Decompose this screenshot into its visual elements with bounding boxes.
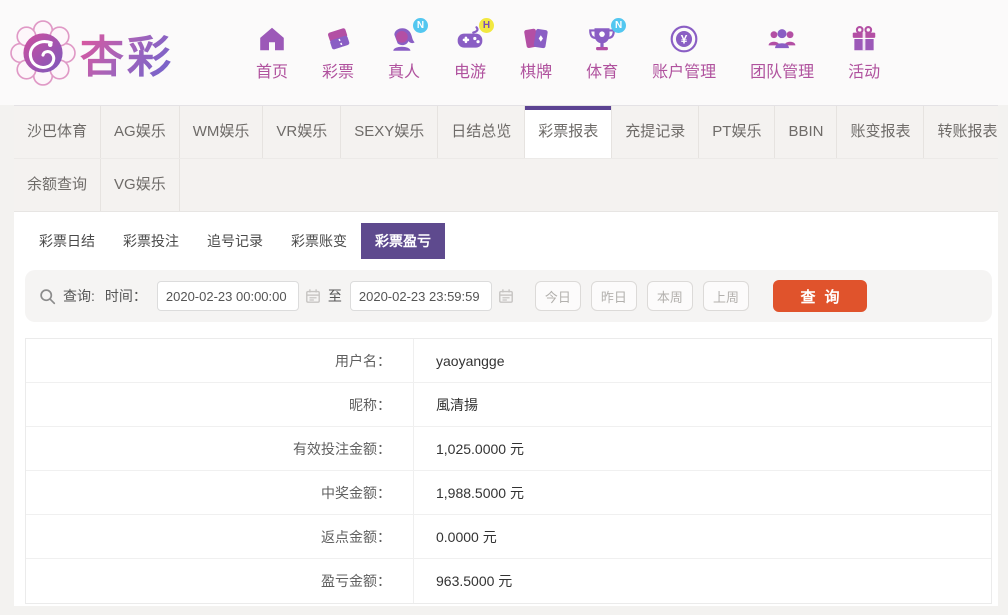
tab-lottery-report[interactable]: 彩票报表 — [525, 106, 613, 158]
svg-text:¥: ¥ — [681, 33, 688, 46]
end-time-input[interactable] — [349, 281, 492, 311]
query-submit-button[interactable]: 查询 — [772, 280, 867, 312]
time-label: 时间： — [104, 288, 147, 304]
table-row: 中奖金额： 1,988.5000 元 — [26, 471, 991, 515]
tab-vr[interactable]: VR娱乐 — [263, 106, 342, 158]
query-label: 查询: — [63, 288, 95, 304]
tab-deposit-withdraw[interactable]: 充提记录 — [612, 106, 700, 158]
nav-item-account[interactable]: ¥ 账户管理 — [635, 24, 733, 82]
row-value: 963.5000 元 — [436, 573, 513, 589]
tab-bbin[interactable]: BBIN — [775, 106, 838, 158]
search-icon — [39, 288, 56, 305]
tab-sexy[interactable]: SEXY娱乐 — [341, 106, 439, 158]
brand-flower-icon — [10, 19, 76, 86]
tab-ag[interactable]: AG娱乐 — [101, 106, 180, 158]
tickets-icon — [323, 24, 353, 54]
cards-icon — [521, 24, 551, 54]
nav-item-promotions[interactable]: 活动 — [831, 24, 897, 82]
nav-label: 团队管理 — [750, 63, 815, 81]
row-label: 昵称： — [26, 383, 414, 426]
tab-balance-query[interactable]: 余额查询 — [14, 159, 102, 211]
this-week-button[interactable]: 本周 — [646, 281, 693, 311]
nav-item-cards[interactable]: 棋牌 — [503, 24, 569, 82]
calendar-icon[interactable] — [498, 288, 514, 304]
trophy-icon: N — [587, 17, 627, 54]
row-label: 返点金额： — [26, 515, 414, 558]
brand-logo[interactable]: 杏彩 — [10, 19, 215, 86]
row-value: 1,988.5000 元 — [436, 484, 524, 501]
tab-vg[interactable]: VG娱乐 — [101, 159, 180, 211]
row-value: 1,025.0000 元 — [436, 440, 524, 457]
subtab-chase-records[interactable]: 追号记录 — [193, 223, 277, 259]
row-label: 用户名： — [26, 339, 414, 382]
tab-shaba-sports[interactable]: 沙巴体育 — [14, 106, 102, 158]
search-panel: 查询: 时间： 至 今日 昨日 — [25, 270, 992, 322]
row-value: yaoyangge — [436, 352, 505, 369]
row-value: 風清揚 — [436, 396, 478, 413]
nav-label: 真人 — [388, 63, 421, 81]
start-time-input[interactable] — [156, 281, 299, 311]
main-content: 彩票日结 彩票投注 追号记录 彩票账变 彩票盈亏 查询: 时间： 至 — [14, 212, 998, 606]
subtab-lottery-daily[interactable]: 彩票日结 — [25, 223, 109, 259]
gamepad-icon: H — [455, 17, 495, 54]
gift-icon — [849, 24, 879, 54]
hot-badge: H — [479, 17, 495, 33]
nav-label: 电游 — [454, 63, 487, 81]
range-separator: 至 — [327, 288, 342, 304]
tab-pt[interactable]: PT娱乐 — [699, 106, 776, 158]
tab-transfer-report[interactable]: 转账报表 — [924, 106, 1008, 158]
row-value: 0.0000 元 — [436, 528, 497, 545]
new-badge: N — [413, 17, 429, 33]
home-icon — [257, 24, 287, 54]
live-person-icon: N — [389, 17, 429, 54]
nav-item-team[interactable]: 团队管理 — [733, 24, 831, 82]
nav-label: 彩票 — [322, 63, 355, 81]
report-tabbar: 沙巴体育 AG娱乐 WM娱乐 VR娱乐 SEXY娱乐 日结总览 彩票报表 充提记… — [14, 105, 998, 212]
row-label: 盈亏金额： — [26, 559, 414, 603]
tab-daily-overview[interactable]: 日结总览 — [438, 106, 526, 158]
main-nav: 首页 彩票 N 真人 H 电游 棋牌 N 体育 ¥ 账户管理 团队管理 活动 — [239, 17, 897, 82]
tab-row-2: 余额查询 VG娱乐 — [14, 158, 998, 211]
team-icon — [767, 24, 797, 54]
today-button[interactable]: 今日 — [534, 281, 581, 311]
table-row: 有效投注金额： 1,025.0000 元 — [26, 427, 991, 471]
table-row: 盈亏金额： 963.5000 元 — [26, 559, 991, 603]
profit-loss-table: 用户名： yaoyangge 昵称： 風清揚 有效投注金额： 1,025.000… — [25, 338, 992, 604]
lottery-subtabs: 彩票日结 彩票投注 追号记录 彩票账变 彩票盈亏 — [14, 212, 998, 270]
last-week-button[interactable]: 上周 — [702, 281, 749, 311]
nav-item-egames[interactable]: H 电游 — [437, 17, 503, 82]
nav-label: 体育 — [586, 63, 619, 81]
subtab-lottery-bets[interactable]: 彩票投注 — [109, 223, 193, 259]
table-row: 用户名： yaoyangge — [26, 339, 991, 383]
tab-account-change[interactable]: 账变报表 — [837, 106, 925, 158]
nav-label: 棋牌 — [520, 63, 553, 81]
nav-label: 活动 — [848, 63, 881, 81]
calendar-icon[interactable] — [305, 288, 321, 304]
nav-item-home[interactable]: 首页 — [239, 24, 305, 82]
tab-row-1: 沙巴体育 AG娱乐 WM娱乐 VR娱乐 SEXY娱乐 日结总览 彩票报表 充提记… — [14, 106, 998, 158]
nav-item-live[interactable]: N 真人 — [371, 17, 437, 82]
row-label: 中奖金额： — [26, 471, 414, 514]
nav-item-sports[interactable]: N 体育 — [569, 17, 635, 82]
table-row: 昵称： 風清揚 — [26, 383, 991, 427]
new-badge: N — [611, 17, 627, 33]
yesterday-button[interactable]: 昨日 — [590, 281, 637, 311]
subtab-lottery-profit-loss[interactable]: 彩票盈亏 — [361, 223, 445, 259]
nav-label: 首页 — [256, 63, 289, 81]
header: 杏彩 首页 彩票 N 真人 H 电游 棋牌 N 体育 ¥ 账户管理 团队管理 活… — [0, 0, 1008, 105]
subtab-lottery-account-change[interactable]: 彩票账变 — [277, 223, 361, 259]
brand-name: 杏彩 — [80, 21, 174, 85]
nav-label: 账户管理 — [652, 63, 717, 81]
tab-wm[interactable]: WM娱乐 — [180, 106, 264, 158]
coin-icon: ¥ — [669, 24, 699, 54]
table-row: 返点金额： 0.0000 元 — [26, 515, 991, 559]
nav-item-lottery[interactable]: 彩票 — [305, 24, 371, 82]
row-label: 有效投注金额： — [26, 427, 414, 470]
